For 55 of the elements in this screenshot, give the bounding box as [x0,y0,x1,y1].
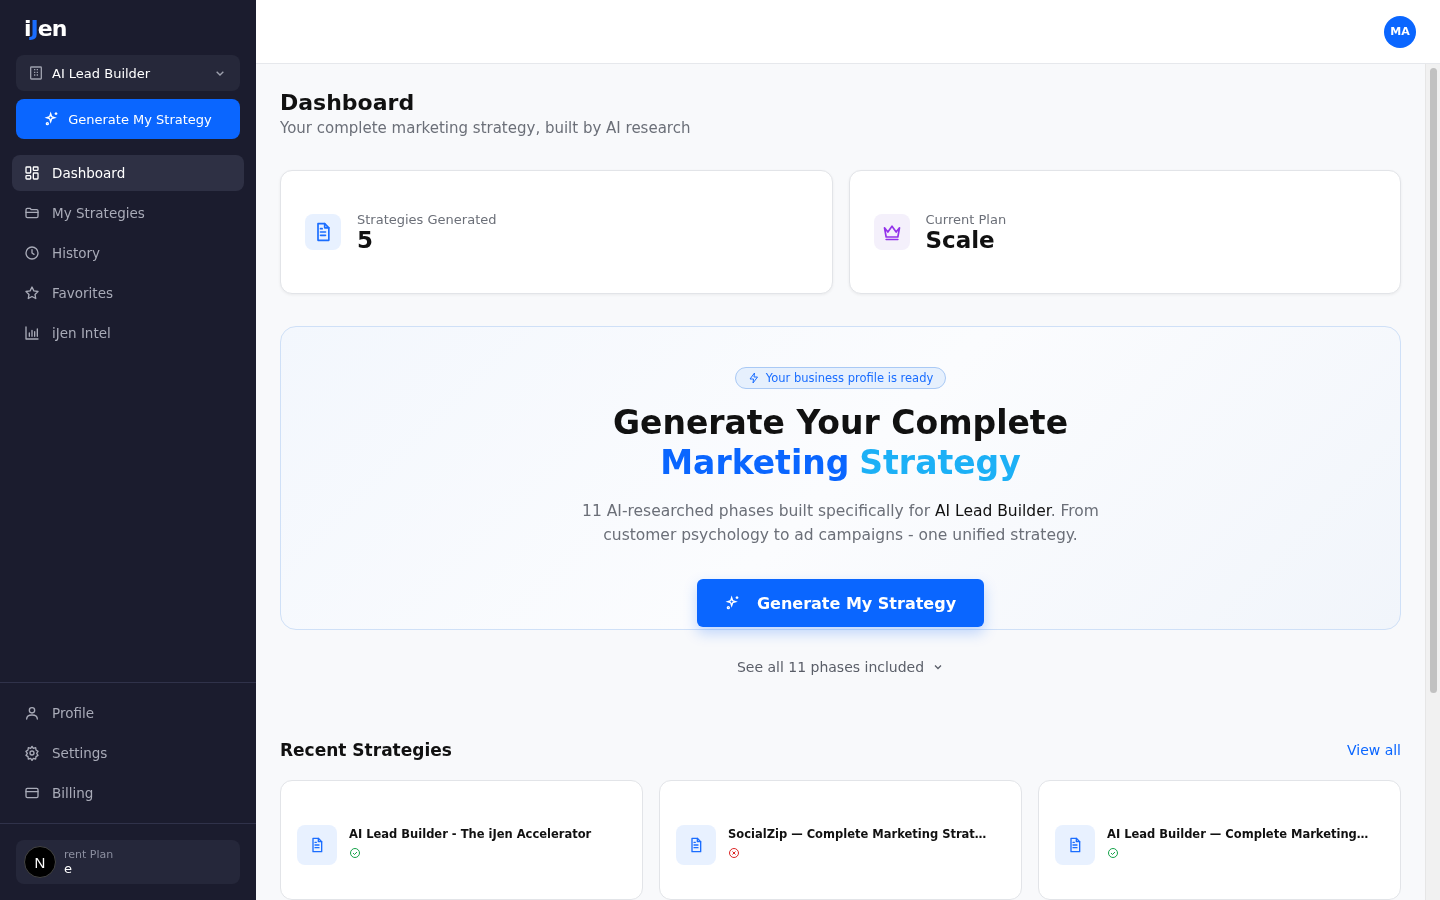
hero-title: Generate Your Complete [612,403,1069,443]
generate-strategy-button[interactable]: Generate My Strategy [696,579,985,627]
document-icon [1067,837,1083,853]
strategy-card[interactable]: AI Lead Builder - The iJen Accelerator [280,780,643,900]
logo: iJen [23,15,68,43]
nav-item[interactable]: iJen Intel [12,315,244,351]
section-title: Recent Strategies [280,740,452,760]
nav-item[interactable]: Favorites [12,275,244,311]
nav-item[interactable]: My Strategies [12,195,244,231]
business-selector[interactable]: AI Lead Builder [16,55,240,91]
nav-item[interactable]: History [12,235,244,271]
nav-item[interactable]: Billing [12,775,244,811]
document-icon [309,837,325,853]
hero-title-highlight: Marketing [660,443,850,483]
check-circle-icon [1107,847,1119,859]
nav-item[interactable]: Profile [12,695,244,731]
stat-label: Current Plan [925,211,1007,227]
clock-icon [24,245,40,261]
credit-card-icon [24,785,40,801]
star-icon [24,285,40,301]
bar-chart-icon [24,325,40,341]
strategy-card[interactable]: SocialZip — Complete Marketing Strat… [659,780,1022,900]
user-avatar[interactable]: MA [1384,15,1416,48]
user-icon [24,705,40,721]
nav-item[interactable]: Settings [12,735,244,771]
check-circle-icon [349,847,361,859]
scrollbar-thumb[interactable] [1429,68,1437,693]
error-circle-icon [728,847,740,859]
stat-label: Strategies Generated [357,211,497,227]
dev-tools-badge[interactable]: N [24,846,56,878]
lightning-icon [747,372,760,384]
page-title: Dashboard [280,90,415,115]
sparkle-icon [724,595,741,611]
document-icon [688,837,704,853]
dashboard-icon [24,165,40,181]
settings-icon [24,745,40,761]
stat-value: Scale [925,226,996,253]
nav-item[interactable]: Dashboard [12,155,244,191]
building-icon [28,65,44,81]
page-subtitle: Your complete marketing strategy, built by AI research [280,119,691,137]
stat-value: 5 [357,226,373,253]
hero-description: 11 AI-researched phases built specifically for AI Lead Builder. From customer psychology to ad campaigns - one unified strategy. [581,501,1100,546]
strategy-title: SocialZip — Complete Marketing Strat… [728,827,987,841]
generate-strategy-button[interactable]: Generate My Strategy [16,99,240,139]
folder-icon [24,205,40,221]
strategy-title: AI Lead Builder — Complete Marketing… [1107,827,1369,841]
plan-value: e [64,861,73,876]
plan-label: rent Plan [64,848,114,861]
hero-title-highlight: Strategy [859,443,1021,483]
strategy-title: AI Lead Builder - The iJen Accelerator [349,827,592,841]
view-all-link[interactable]: View all [1346,742,1401,758]
crown-icon [881,222,902,242]
phases-toggle[interactable]: See all 11 phases included [730,658,951,676]
status-badge: Your business profile is ready [734,367,947,389]
strategy-card[interactable]: AI Lead Builder — Complete Marketing… [1038,780,1401,900]
